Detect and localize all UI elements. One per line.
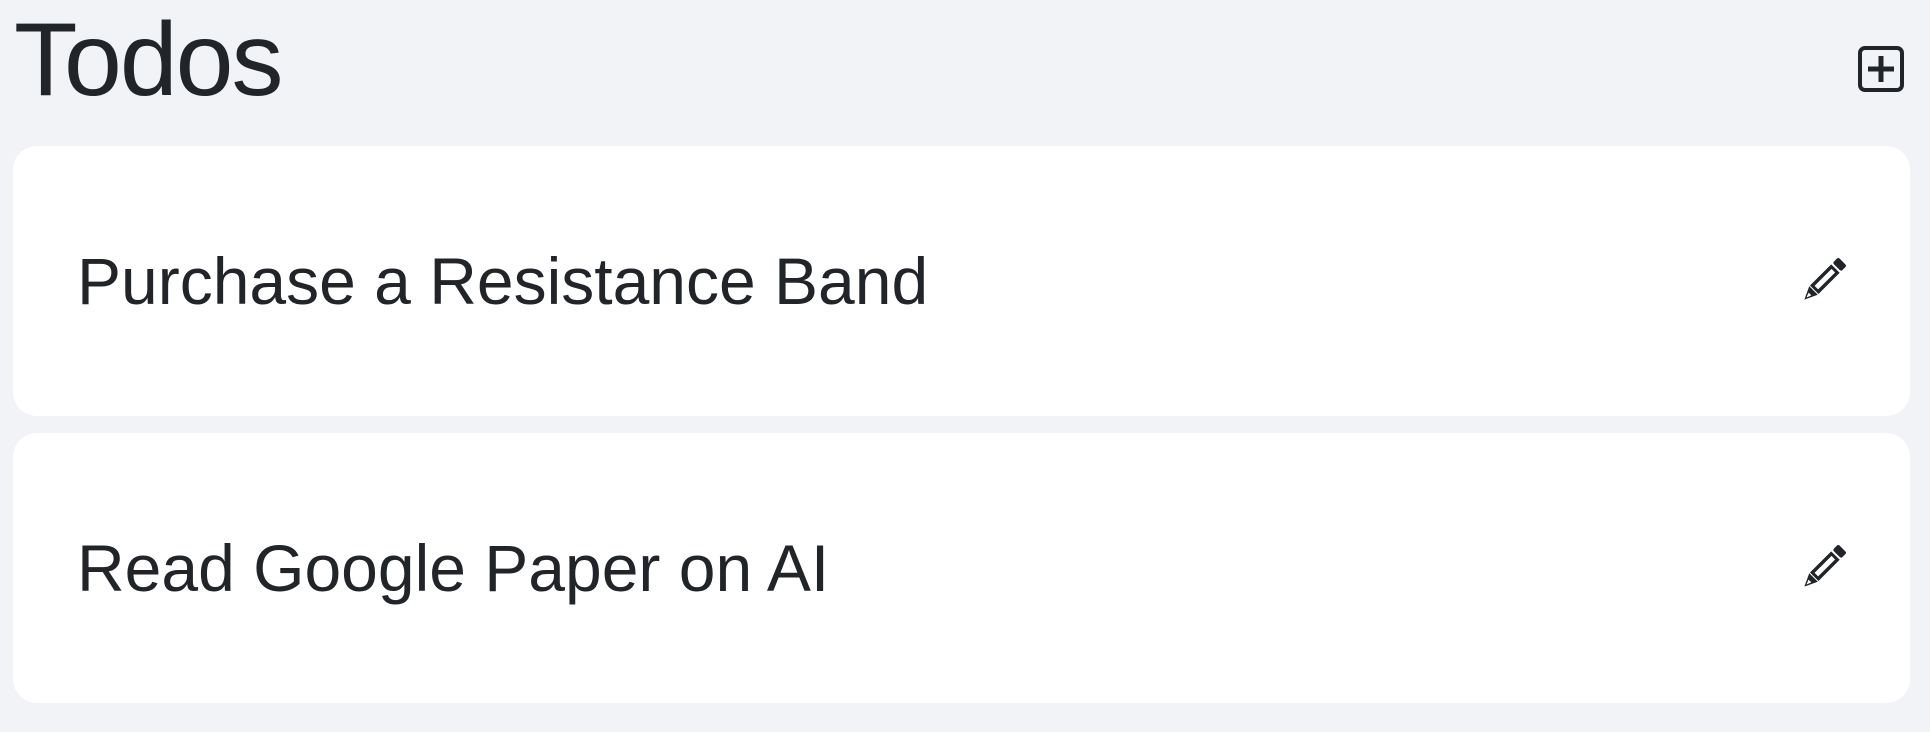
todo-item: Purchase a Resistance Band — [13, 146, 1910, 416]
page-title: Todos — [14, 2, 284, 118]
todo-list: Purchase a Resistance Band Read Google P… — [13, 146, 1910, 720]
add-todo-button[interactable] — [1856, 44, 1906, 94]
header: Todos — [0, 0, 1930, 140]
todo-item: Read Google Paper on AI — [13, 433, 1910, 703]
edit-todo-button[interactable] — [1794, 254, 1850, 310]
plus-square-icon — [1857, 45, 1905, 93]
edit-todo-button[interactable] — [1794, 541, 1850, 597]
todo-item-text: Read Google Paper on AI — [77, 531, 830, 605]
pencil-icon — [1795, 255, 1849, 309]
todo-item-text: Purchase a Resistance Band — [77, 244, 929, 318]
pencil-icon — [1795, 542, 1849, 596]
